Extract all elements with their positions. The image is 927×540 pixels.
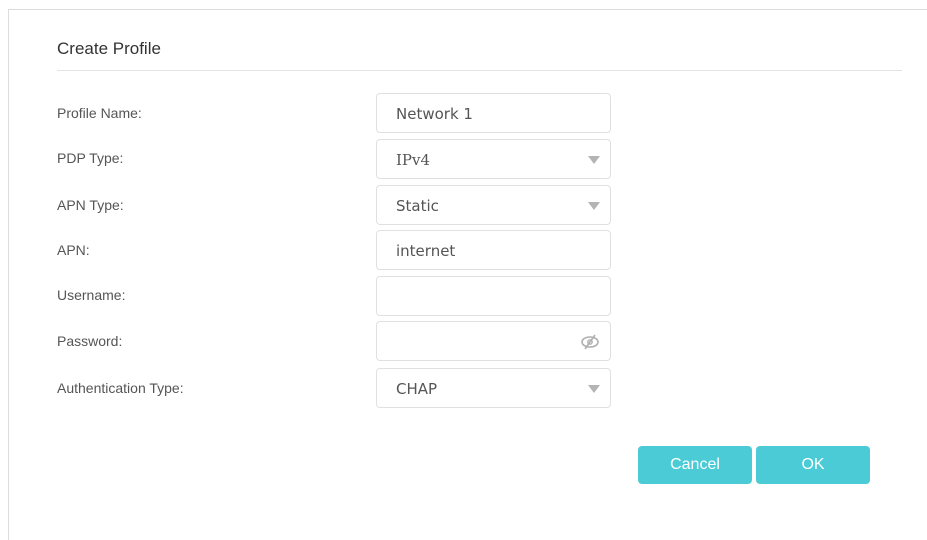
cancel-button[interactable]: Cancel — [638, 446, 752, 484]
pdp-type-value: IPv4 — [396, 151, 431, 169]
page-title: Create Profile — [57, 39, 161, 58]
apn-value: internet — [396, 242, 456, 260]
profile-name-label: Profile Name: — [57, 105, 142, 121]
apn-type-select[interactable]: Static — [376, 185, 611, 225]
username-label: Username: — [57, 287, 126, 303]
pdp-type-select[interactable]: IPv4 — [376, 139, 611, 179]
password-label: Password: — [57, 333, 123, 349]
chevron-down-icon — [588, 156, 600, 164]
profile-name-value: Network 1 — [396, 105, 473, 123]
pdp-type-label: PDP Type: — [57, 150, 124, 166]
auth-type-label: Authentication Type: — [57, 380, 184, 396]
title-divider — [57, 70, 902, 71]
password-input[interactable] — [376, 321, 611, 361]
chevron-down-icon — [588, 202, 600, 210]
profile-name-input[interactable]: Network 1 — [376, 93, 611, 133]
apn-type-value: Static — [396, 197, 439, 215]
auth-type-value: CHAP — [396, 380, 438, 398]
username-input[interactable] — [376, 276, 611, 316]
eye-slash-icon[interactable] — [580, 333, 600, 351]
apn-label: APN: — [57, 242, 90, 258]
chevron-down-icon — [588, 385, 600, 393]
ok-button[interactable]: OK — [756, 446, 870, 484]
apn-input[interactable]: internet — [376, 230, 611, 270]
auth-type-select[interactable]: CHAP — [376, 368, 611, 408]
apn-type-label: APN Type: — [57, 197, 124, 213]
